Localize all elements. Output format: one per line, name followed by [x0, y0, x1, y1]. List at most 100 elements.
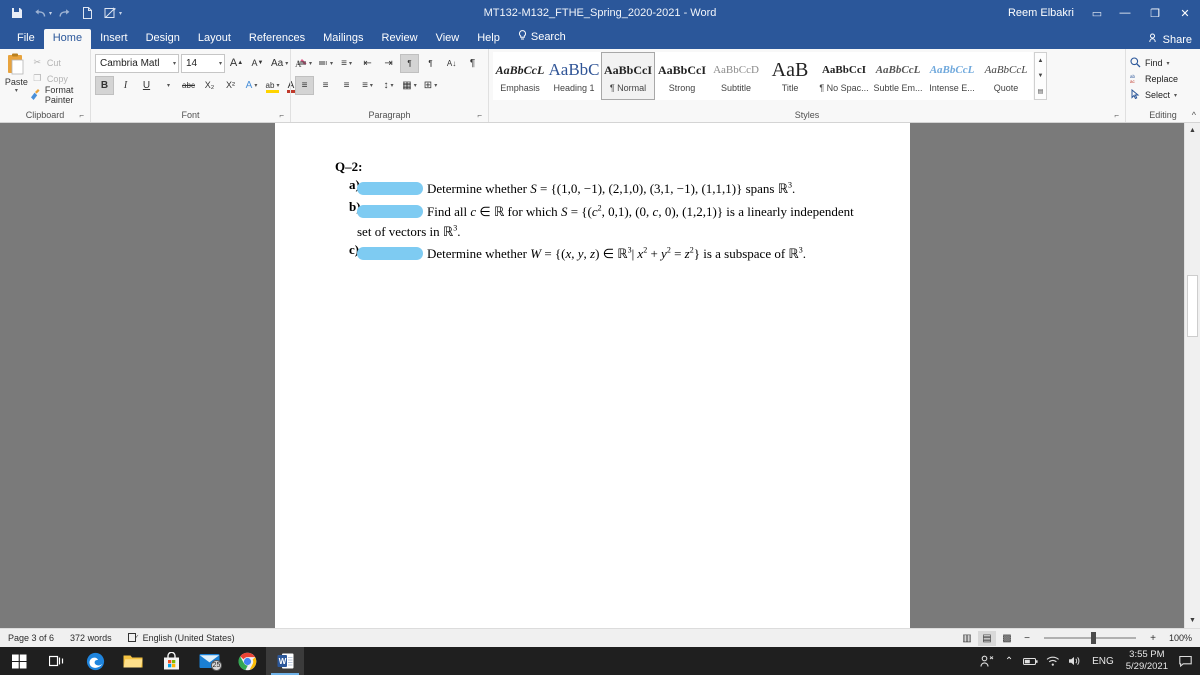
input-language[interactable]: ENG [1086, 656, 1120, 667]
ribbon-display-options-icon[interactable]: ▭ [1084, 7, 1110, 20]
user-account-name[interactable]: Reem Elbakri [1008, 7, 1084, 19]
text-highlight-color-button[interactable]: ab ▾ [263, 76, 282, 95]
subscript-button[interactable]: X₂ [200, 76, 219, 95]
tab-references[interactable]: References [240, 29, 314, 49]
font-size-dropdown-icon[interactable]: ▾ [217, 60, 222, 67]
borders-button[interactable]: ⊞ ▾ [421, 76, 440, 95]
battery-icon[interactable] [1020, 647, 1042, 675]
left-to-right-button[interactable]: ¶ [400, 53, 420, 73]
style-quote[interactable]: AaBbCcL Quote [979, 52, 1033, 100]
decrease-indent-button[interactable]: ⇤ [358, 54, 377, 73]
start-button[interactable] [0, 647, 38, 675]
tab-insert[interactable]: Insert [91, 29, 137, 49]
numbering-button[interactable]: ≕ ▾ [316, 54, 335, 73]
clipboard-dialog-launcher[interactable]: ⌐ [79, 109, 84, 122]
underline-button[interactable]: U [137, 76, 156, 95]
minimize-button[interactable]: — [1110, 0, 1140, 26]
tab-home[interactable]: Home [43, 29, 92, 49]
align-right-button[interactable]: ≡ [337, 76, 356, 95]
print-layout-button[interactable]: ▤ [978, 630, 996, 646]
zoom-level-label[interactable]: 100% [1164, 633, 1192, 643]
style-intense-emphasis[interactable]: AaBbCcL Intense E... [925, 52, 979, 100]
file-explorer-icon[interactable] [114, 647, 152, 675]
task-view-button[interactable] [38, 647, 76, 675]
network-wifi-icon[interactable] [1042, 647, 1064, 675]
bullets-button[interactable]: ≔ ▾ [295, 54, 314, 73]
zoom-slider-thumb[interactable] [1091, 632, 1096, 644]
undo-icon[interactable] [29, 3, 51, 23]
new-document-icon[interactable] [76, 3, 98, 23]
mail-icon[interactable]: 25 [190, 647, 228, 675]
share-button[interactable]: Share [1148, 33, 1192, 46]
increase-indent-button[interactable]: ⇥ [379, 54, 398, 73]
font-name-dropdown-icon[interactable]: ▾ [171, 60, 176, 67]
shading-button[interactable]: ▦ ▾ [400, 76, 419, 95]
shrink-font-button[interactable]: A ▼ [248, 54, 267, 73]
style-title[interactable]: AaB Title [763, 52, 817, 100]
style-subtle-emphasis[interactable]: AaBbCcL Subtle Em... [871, 52, 925, 100]
right-to-left-button[interactable]: ¶ [421, 54, 440, 73]
edge-icon[interactable] [76, 647, 114, 675]
style-subtitle[interactable]: AaBbCcD Subtitle [709, 52, 763, 100]
tab-help[interactable]: Help [468, 29, 509, 49]
proofing-status[interactable]: ✓ English (United States) [120, 632, 243, 645]
line-spacing-button[interactable]: ↕ ▾ [379, 76, 398, 95]
page-indicator[interactable]: Page 3 of 6 [0, 633, 62, 643]
align-center-button[interactable]: ≡ [316, 76, 335, 95]
paragraph-dialog-launcher[interactable]: ⌐ [477, 109, 482, 122]
chrome-icon[interactable] [228, 647, 266, 675]
volume-icon[interactable] [1064, 647, 1086, 675]
save-icon[interactable] [6, 3, 28, 23]
bold-button[interactable]: B [95, 75, 114, 95]
tab-mailings[interactable]: Mailings [314, 29, 372, 49]
style-heading-1[interactable]: AaBbC Heading 1 [547, 52, 601, 100]
customize-qat-icon[interactable]: ▾ [119, 10, 122, 17]
find-button[interactable]: Find ▾ [1130, 55, 1170, 71]
clock[interactable]: 3:55 PM 5/29/2021 [1120, 649, 1174, 673]
paste-button[interactable]: Paste ▾ [4, 52, 29, 102]
text-effects-button[interactable]: A ▾ [242, 76, 261, 95]
redo-icon[interactable] [53, 3, 75, 23]
close-button[interactable]: ✕ [1170, 0, 1200, 26]
sort-button[interactable]: A↓ [442, 54, 461, 73]
read-mode-button[interactable]: ▥ [958, 631, 976, 646]
strikethrough-button[interactable]: abc [179, 76, 198, 95]
document-body[interactable]: Q–2: a) Determine whether S = {(1,0, −1)… [275, 123, 910, 262]
collapse-ribbon-icon[interactable]: ^ [1192, 110, 1196, 120]
style-emphasis[interactable]: AaBbCcL Emphasis [493, 52, 547, 100]
styles-scroll-up-icon[interactable]: ▲ [1035, 53, 1046, 68]
multilevel-list-button[interactable]: ≡ ▾ [337, 54, 356, 73]
tab-review[interactable]: Review [373, 29, 427, 49]
vertical-scrollbar[interactable]: ▲ ▼ [1184, 123, 1200, 628]
font-size-combo[interactable]: 14 ▾ [181, 53, 225, 73]
styles-dialog-launcher[interactable]: ⌐ [1114, 109, 1119, 122]
word-count[interactable]: 372 words [62, 633, 120, 643]
select-button[interactable]: Select ▾ [1130, 87, 1177, 103]
styles-gallery-scrollbar[interactable]: ▲ ▼ ▤ [1034, 52, 1047, 100]
styles-more-icon[interactable]: ▤ [1035, 84, 1046, 99]
style-strong[interactable]: AaBbCcI Strong [655, 52, 709, 100]
tab-design[interactable]: Design [137, 29, 189, 49]
zoom-out-button[interactable]: − [1018, 631, 1036, 646]
font-name-combo[interactable]: Cambria Matl ▾ [95, 53, 179, 73]
find-dropdown-icon[interactable]: ▾ [1167, 60, 1170, 67]
zoom-slider[interactable] [1044, 632, 1136, 644]
tab-view[interactable]: View [427, 29, 469, 49]
document-page[interactable]: Q–2: a) Determine whether S = {(1,0, −1)… [275, 123, 910, 628]
replace-button[interactable]: ab ac Replace [1130, 71, 1178, 87]
underline-dropdown-icon[interactable]: ▾ [158, 76, 177, 95]
italic-button[interactable]: I [116, 76, 135, 95]
scrollbar-thumb[interactable] [1187, 275, 1198, 337]
microsoft-store-icon[interactable] [152, 647, 190, 675]
format-painter-button[interactable]: Format Painter [30, 85, 86, 105]
draw-edit-icon[interactable] [99, 3, 121, 23]
undo-dropdown-icon[interactable]: ▾ [49, 10, 52, 17]
change-case-button[interactable]: Aa ▾ [269, 54, 290, 73]
cut-button[interactable]: ✂ Cut [31, 55, 86, 70]
action-center-icon[interactable] [1174, 647, 1196, 675]
tab-layout[interactable]: Layout [189, 29, 240, 49]
select-dropdown-icon[interactable]: ▾ [1174, 92, 1177, 99]
word-icon[interactable]: W [266, 647, 304, 675]
styles-scroll-down-icon[interactable]: ▼ [1035, 69, 1046, 84]
justify-button[interactable]: ≡ ▾ [358, 76, 377, 95]
